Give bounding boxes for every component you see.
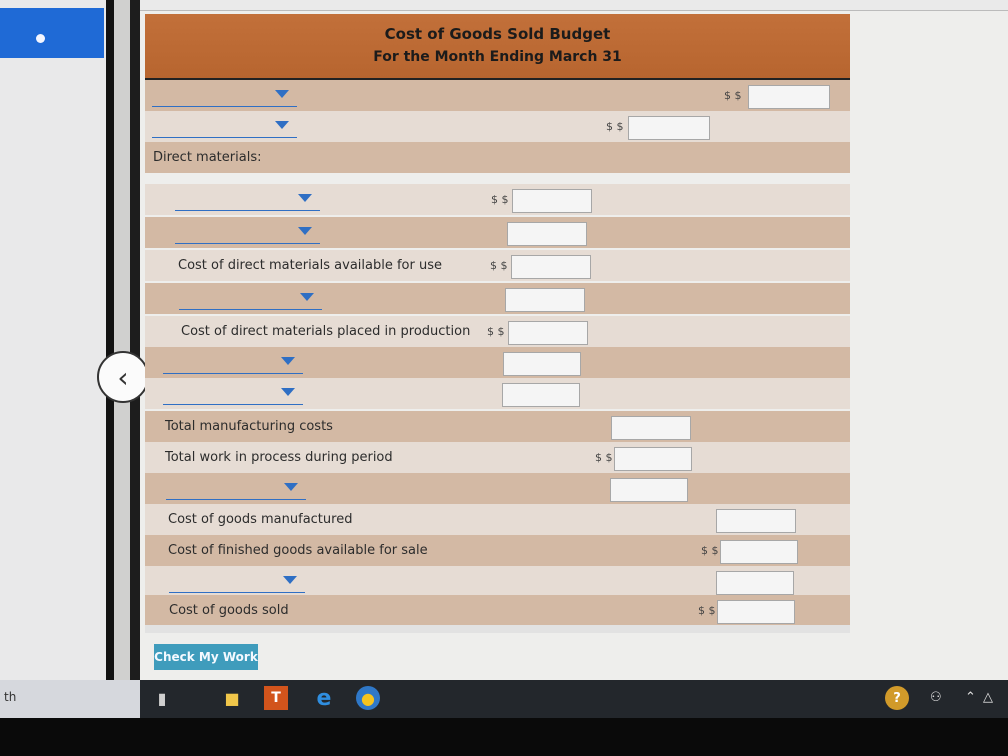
table-footer [145, 625, 850, 633]
chevron-down-icon [281, 388, 295, 396]
table-row: $ $ [145, 80, 850, 111]
taskbar-search-box[interactable] [0, 680, 140, 718]
table-row [145, 283, 850, 314]
table-row: Cost of finished goods available for sal… [145, 535, 850, 566]
table-row [145, 473, 850, 504]
row-label: Cost of direct materials placed in produ… [181, 324, 471, 339]
amount-input[interactable] [610, 478, 688, 502]
amount-input[interactable] [717, 600, 795, 624]
table-row [145, 378, 850, 409]
table-row [145, 217, 850, 248]
amount-input[interactable] [720, 540, 798, 564]
volume-icon[interactable]: △ [983, 690, 993, 705]
currency-label: $ $ [606, 120, 624, 133]
budget-header: Cost of Goods Sold Budget For the Month … [145, 14, 850, 80]
table-row: $ $ [145, 184, 850, 215]
chevron-down-icon [281, 357, 295, 365]
amount-input[interactable] [503, 352, 581, 376]
amount-input[interactable] [507, 222, 587, 246]
amount-input[interactable] [505, 288, 585, 312]
row-label: Direct materials: [153, 150, 262, 165]
chevron-up-icon[interactable]: ⌃ [965, 690, 976, 705]
table-row: $ $ [145, 111, 850, 142]
amount-input[interactable] [502, 383, 580, 407]
table-row: Cost of direct materials available for u… [145, 250, 850, 281]
people-icon[interactable]: ⚇ [930, 690, 942, 705]
currency-label: $ $ [595, 451, 613, 464]
table-row: Direct materials: [145, 142, 850, 173]
row-label: Total work in process during period [165, 450, 393, 465]
table-row: Cost of goods manufactured [145, 504, 850, 535]
left-panel [0, 0, 108, 688]
amount-input[interactable] [628, 116, 710, 140]
table-row: Cost of goods sold $ $ [145, 595, 850, 625]
top-bar [140, 0, 1008, 11]
account-dropdown[interactable] [152, 117, 297, 138]
page-subtitle: For the Month Ending March 31 [373, 49, 622, 65]
mic-icon[interactable]: ▮ [150, 686, 174, 710]
account-dropdown[interactable] [163, 384, 303, 405]
currency-label: $ $ [698, 604, 716, 617]
chevron-down-icon [298, 227, 312, 235]
screen-bezel [0, 718, 1008, 756]
chevron-down-icon [275, 90, 289, 98]
nav-dot-icon[interactable] [36, 34, 45, 43]
table-row: Cost of direct materials placed in produ… [145, 316, 850, 347]
account-dropdown[interactable] [163, 353, 303, 374]
chevron-left-icon: ‹ [117, 360, 129, 394]
chevron-down-icon [284, 483, 298, 491]
amount-input[interactable] [614, 447, 692, 471]
currency-label: $ $ [487, 325, 505, 338]
check-my-work-button[interactable]: Check My Work [154, 644, 258, 670]
amount-input[interactable] [748, 85, 830, 109]
chevron-down-icon [300, 293, 314, 301]
chrome-icon[interactable]: ● [356, 686, 380, 710]
row-label: Total manufacturing costs [165, 419, 333, 434]
currency-label: $ $ [724, 89, 742, 102]
row-label: Cost of finished goods available for sal… [168, 543, 428, 558]
currency-label: $ $ [491, 193, 509, 206]
page-title: Cost of Goods Sold Budget [384, 25, 611, 43]
row-label: Cost of goods manufactured [168, 512, 353, 527]
account-dropdown[interactable] [175, 190, 320, 211]
chevron-down-icon [283, 576, 297, 584]
table-row: Total manufacturing costs [145, 411, 850, 442]
amount-input[interactable] [716, 571, 794, 595]
chevron-down-icon [275, 121, 289, 129]
edge-strip [114, 0, 130, 680]
table-row [145, 566, 850, 597]
account-dropdown[interactable] [169, 572, 305, 593]
frame-divider [106, 0, 114, 680]
edge-icon[interactable]: e [312, 686, 336, 711]
row-label: Cost of direct materials available for u… [178, 258, 442, 273]
folder-icon[interactable]: ■ [220, 686, 244, 710]
amount-input[interactable] [716, 509, 796, 533]
currency-label: $ $ [701, 544, 719, 557]
account-dropdown[interactable] [175, 223, 320, 244]
amount-input[interactable] [611, 416, 691, 440]
amount-input[interactable] [508, 321, 588, 345]
account-dropdown[interactable] [152, 86, 297, 107]
app-icon[interactable]: T [264, 686, 288, 710]
account-dropdown[interactable] [179, 289, 322, 310]
account-dropdown[interactable] [166, 479, 306, 500]
chevron-down-icon [298, 194, 312, 202]
table-row [145, 347, 850, 378]
taskbar-search-text: th [4, 690, 17, 704]
help-icon[interactable]: ? [885, 686, 909, 710]
frame-border [130, 0, 140, 680]
amount-input[interactable] [512, 189, 592, 213]
left-accent-bar [0, 8, 104, 58]
amount-input[interactable] [511, 255, 591, 279]
table-row: Total work in process during period $ $ [145, 442, 850, 473]
back-button[interactable]: ‹ [97, 351, 149, 403]
row-label: Cost of goods sold [169, 603, 289, 618]
currency-label: $ $ [490, 259, 508, 272]
